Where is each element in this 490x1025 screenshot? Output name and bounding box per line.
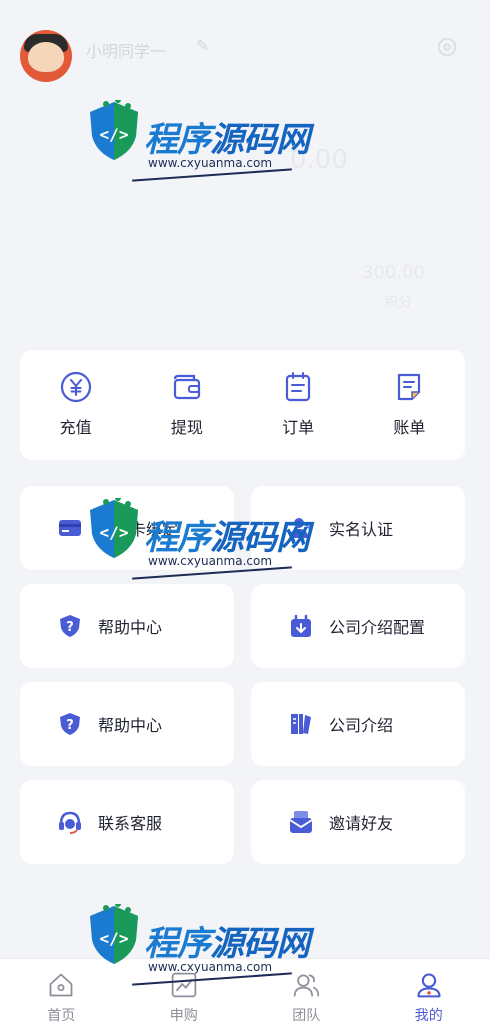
tab-home[interactable]: 首页 xyxy=(11,959,111,1025)
help-icon: ? xyxy=(60,713,80,735)
team-icon xyxy=(294,974,320,997)
bank-card-binding-label: 银行卡绑定 xyxy=(98,520,179,539)
bill-icon xyxy=(398,373,421,401)
bottom-tab-bar: 首页 申购 团队 我的 xyxy=(0,958,490,1025)
username: 小明同学一 xyxy=(86,42,167,61)
tab-home-label: 首页 xyxy=(47,1008,76,1024)
bills-label: 账单 xyxy=(393,418,426,437)
company-book-icon xyxy=(291,714,311,734)
wallet-icon xyxy=(173,374,200,400)
company-intro-config-label: 公司介绍配置 xyxy=(329,618,426,637)
withdraw-label: 提现 xyxy=(170,418,203,437)
contact-support-label: 联系客服 xyxy=(98,814,163,833)
settings-icon[interactable] xyxy=(436,36,458,58)
shield-code-icon: </> xyxy=(90,904,138,964)
bank-card-icon xyxy=(59,520,81,536)
svg-text:?: ? xyxy=(66,718,74,733)
tab-subscribe-label: 申购 xyxy=(169,1008,198,1024)
invite-friends-tile[interactable]: 邀请好友 xyxy=(251,780,465,864)
avatar-face xyxy=(28,42,64,72)
tab-mine-label: 我的 xyxy=(414,1008,443,1024)
tab-mine[interactable]: 我的 xyxy=(379,959,479,1025)
company-intro-tile[interactable]: 公司介绍 xyxy=(251,682,465,766)
help-center-tile[interactable]: ? 帮助中心 xyxy=(20,584,234,668)
company-intro-label: 公司介绍 xyxy=(329,716,394,735)
invite-mail-icon xyxy=(289,811,313,833)
headset-icon xyxy=(59,811,81,834)
recharge-label: 充值 xyxy=(59,418,92,437)
bills-button[interactable]: 账单 xyxy=(364,350,454,438)
profile-icon xyxy=(417,973,441,998)
svg-text:</>: </> xyxy=(100,929,129,948)
profile-header: 小明同学一 ✎ 0.00 300.00 积分 xyxy=(0,0,490,340)
company-config-icon xyxy=(291,614,311,637)
bank-card-binding-tile[interactable]: 银行卡绑定 xyxy=(20,486,234,570)
stat-label: 积分 xyxy=(384,295,412,311)
order-list-icon xyxy=(286,372,311,402)
tab-team[interactable]: 团队 xyxy=(256,959,356,1025)
user-verify-icon xyxy=(290,518,314,538)
real-name-verification-label: 实名认证 xyxy=(329,520,394,539)
contact-support-tile[interactable]: 联系客服 xyxy=(20,780,234,864)
recharge-button[interactable]: 充值 xyxy=(31,350,121,438)
withdraw-button[interactable]: 提现 xyxy=(142,350,232,438)
trend-chart-icon xyxy=(171,972,196,998)
help-center-label-2: 帮助中心 xyxy=(98,716,163,735)
balance-value: 0.00 xyxy=(290,145,348,175)
invite-friends-label: 邀请好友 xyxy=(329,814,394,833)
orders-label: 订单 xyxy=(282,418,315,437)
stat-value: 300.00 xyxy=(362,262,425,283)
quick-actions-card: 充值 提现 订单 账单 xyxy=(20,350,465,460)
orders-button[interactable]: 订单 xyxy=(253,350,343,438)
company-intro-config-tile[interactable]: 公司介绍配置 xyxy=(251,584,465,668)
tab-team-label: 团队 xyxy=(292,1008,321,1024)
edit-pencil-icon[interactable]: ✎ xyxy=(196,36,209,55)
home-icon xyxy=(49,973,73,997)
help-center-label: 帮助中心 xyxy=(98,618,163,637)
svg-text:?: ? xyxy=(66,620,74,635)
tab-subscribe[interactable]: 申购 xyxy=(134,959,234,1025)
yuan-coin-icon xyxy=(60,371,91,403)
avatar[interactable] xyxy=(20,30,72,82)
help-icon: ? xyxy=(60,615,80,637)
help-center-tile-2[interactable]: ? 帮助中心 xyxy=(20,682,234,766)
real-name-verification-tile[interactable]: 实名认证 xyxy=(251,486,465,570)
